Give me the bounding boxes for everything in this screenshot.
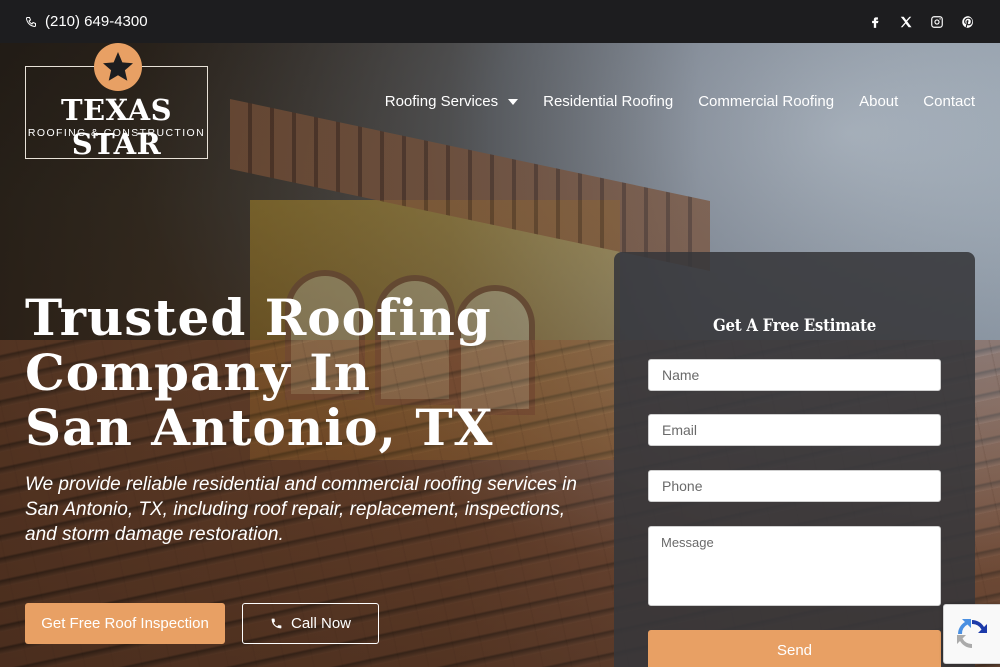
nav-label: Roofing Services xyxy=(384,93,499,110)
recaptcha-icon xyxy=(957,619,987,648)
phone-icon xyxy=(25,16,36,27)
nav-about[interactable]: About xyxy=(859,93,898,110)
star-icon xyxy=(94,43,142,91)
hero-subtitle: We provide reliable residential and comm… xyxy=(25,474,577,545)
nav-label: Residential Roofing xyxy=(543,93,674,110)
call-now-label: Call Now xyxy=(290,615,351,632)
free-inspection-button[interactable]: Get Free Roof Inspection xyxy=(25,603,225,644)
logo-tagline: ROOFING & CONSTRUCTION xyxy=(27,127,206,139)
name-input[interactable] xyxy=(648,359,941,391)
nav-residential-roofing[interactable]: Residential Roofing xyxy=(543,93,673,110)
phone-input[interactable] xyxy=(648,470,941,502)
phone-link[interactable]: (210) 649-4300 xyxy=(25,13,148,30)
email-input[interactable] xyxy=(648,414,941,446)
caret-down-icon xyxy=(508,98,519,105)
nav-label: Commercial Roofing xyxy=(698,93,835,110)
form-title: Get A Free Estimate xyxy=(712,316,877,336)
message-input[interactable] xyxy=(648,526,941,606)
main-nav: Roofing Services Residential Roofing Com… xyxy=(385,93,975,110)
call-now-button[interactable]: Call Now xyxy=(242,603,379,644)
phone-icon xyxy=(271,618,282,629)
nav-roofing-services[interactable]: Roofing Services xyxy=(384,93,519,110)
nav-commercial-roofing[interactable]: Commercial Roofing xyxy=(698,93,834,110)
facebook-icon[interactable] xyxy=(867,14,882,29)
nav-contact[interactable]: Contact xyxy=(923,93,975,110)
recaptcha-badge[interactable] xyxy=(943,604,1000,664)
nav-label: About xyxy=(859,93,899,110)
send-button[interactable]: Send xyxy=(648,630,941,667)
estimate-form: Get A Free Estimate Send xyxy=(614,252,975,667)
social-links xyxy=(867,14,975,29)
top-bar: (210) 649-4300 xyxy=(0,0,1000,43)
nav-label: Contact xyxy=(923,93,975,110)
instagram-icon[interactable] xyxy=(929,14,944,29)
hero-title: Trusted Roofing Company In San Antonio, … xyxy=(25,288,494,457)
site-logo[interactable]: TEXAS STAR ROOFING & CONSTRUCTION xyxy=(25,43,208,161)
phone-number: (210) 649-4300 xyxy=(45,13,148,30)
pinterest-icon[interactable] xyxy=(960,14,975,29)
x-icon[interactable] xyxy=(898,14,913,29)
